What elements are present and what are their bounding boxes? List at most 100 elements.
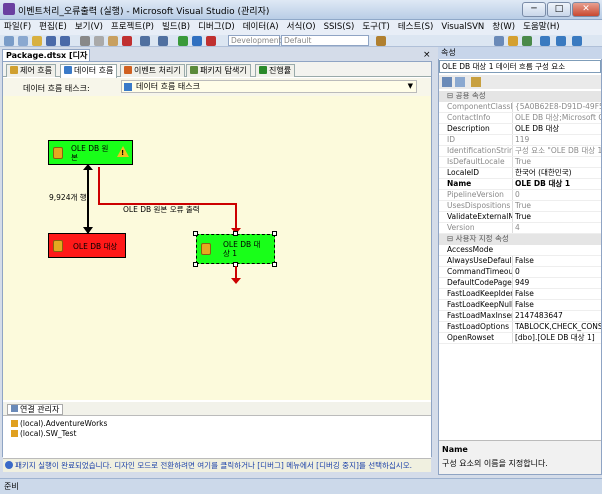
property-value: False [512, 289, 601, 299]
menu-window[interactable]: 창(W) [488, 20, 519, 35]
tab-data-flow-label: 데이터 흐름 [74, 66, 114, 75]
properties-window-icon[interactable] [508, 36, 518, 46]
menu-edit[interactable]: 편집(E) [35, 20, 71, 35]
property-value: True [512, 157, 601, 167]
selection-handle[interactable] [233, 231, 238, 236]
step-over-icon[interactable] [572, 36, 582, 46]
connection-item[interactable]: (local).AdventureWorks [11, 419, 107, 428]
property-row[interactable]: CommandTimeout 0 [439, 267, 601, 278]
toolbox-icon[interactable] [522, 36, 532, 46]
selection-handle[interactable] [272, 262, 277, 267]
tab-progress[interactable]: 진행률 [255, 64, 296, 77]
property-row[interactable]: ID 119 [439, 135, 601, 146]
property-row[interactable]: ComponentClassID{5A0B62E8-D91D-49F5-94 [439, 102, 601, 113]
category-common[interactable]: ⊟ 공용 속성 [439, 91, 601, 102]
connection-item[interactable]: (local).SW_Test [11, 429, 76, 438]
property-value: 4 [512, 223, 601, 233]
menu-help[interactable]: 도움말(H) [519, 20, 563, 35]
property-row[interactable]: PipelineVersion 0 [439, 190, 601, 201]
tab-data-flow[interactable]: 데이터 흐름 [60, 64, 118, 78]
ole-db-destination-node[interactable]: OLE DB 대상 [48, 233, 126, 258]
connection-manager-header: 연결 관리자 [3, 402, 431, 416]
new-project-icon[interactable] [4, 36, 14, 46]
undo-icon[interactable] [140, 36, 150, 46]
redo-icon[interactable] [158, 36, 168, 46]
solution-config-combo[interactable]: Development [228, 35, 282, 46]
error-path-line-vertical[interactable] [98, 167, 100, 205]
menu-test[interactable]: 테스트(S) [394, 20, 438, 35]
save-icon[interactable] [46, 36, 56, 46]
property-row[interactable]: DefaultCodePage 949 [439, 278, 601, 289]
ole-db-destination-1-label: OLE DB 대상 1 [223, 240, 261, 258]
property-row[interactable]: ContactInfo OLE DB 대상;Microsoft Co [439, 113, 601, 124]
property-row[interactable]: ValidateExternalMetTrue [439, 212, 601, 223]
copy-icon[interactable] [94, 36, 104, 46]
menu-tools[interactable]: 도구(T) [358, 20, 393, 35]
property-row[interactable]: Name OLE DB 대상 1 [439, 179, 601, 190]
property-row[interactable]: IsDefaultLocale True [439, 157, 601, 168]
property-row[interactable]: FastLoadMaxInsertC2147483647 [439, 311, 601, 322]
property-row[interactable]: Description OLE DB 대상 [439, 124, 601, 135]
data-path-line[interactable] [87, 167, 89, 233]
stop-icon[interactable] [206, 36, 216, 46]
start-debug-icon[interactable] [178, 36, 188, 46]
paste-icon[interactable] [108, 36, 118, 46]
find-icon[interactable] [376, 36, 386, 46]
property-pages-icon[interactable] [471, 77, 481, 87]
tab-event-handlers[interactable]: 이벤트 처리기 [120, 64, 185, 77]
selection-handle[interactable] [193, 231, 198, 236]
property-row[interactable]: AlwaysUseDefaultCoFalse [439, 256, 601, 267]
category-custom[interactable]: ⊟ 사용자 지정 속성 [439, 234, 601, 245]
cut-icon[interactable] [80, 36, 90, 46]
ole-db-destination-1-node[interactable]: OLE DB 대상 1 [196, 234, 275, 264]
open-file-icon[interactable] [32, 36, 42, 46]
menu-project[interactable]: 프로젝트(P) [107, 20, 158, 35]
menu-ssis[interactable]: SSIS(S) [320, 20, 359, 35]
solution-explorer-icon[interactable] [494, 36, 504, 46]
delete-icon[interactable] [122, 36, 132, 46]
solution-platform-combo[interactable]: Default [281, 35, 369, 46]
property-row[interactable]: IdentificationString 구성 요소 "OLE DB 대상 1" [439, 146, 601, 157]
close-document-icon[interactable]: × [423, 49, 431, 61]
tab-package-explorer[interactable]: 패키지 탐색기 [186, 64, 251, 77]
data-flow-task-combo[interactable]: 데이터 흐름 태스크 ▼ [121, 80, 417, 93]
property-value: False [512, 300, 601, 310]
connection-icon [11, 420, 18, 427]
properties-object-combo[interactable]: OLE DB 대상 1 데이터 흐름 구성 요소 [439, 60, 601, 73]
add-item-icon[interactable] [18, 36, 28, 46]
property-row[interactable]: UsesDispositions True [439, 201, 601, 212]
menu-debug[interactable]: 디버그(D) [194, 20, 239, 35]
menu-visualsvn[interactable]: VisualSVN [437, 20, 488, 35]
alphabetical-icon[interactable] [455, 77, 465, 87]
selection-handle[interactable] [193, 262, 198, 267]
property-row[interactable]: AccessMode [439, 245, 601, 256]
data-flow-canvas[interactable]: 9,924개 행 OLE DB 원본 오류 출력 OLE DB 원본 ! OLE… [3, 96, 431, 400]
property-row[interactable]: Version 4 [439, 223, 601, 234]
database-icon [53, 147, 63, 159]
menu-view[interactable]: 보기(V) [71, 20, 107, 35]
minimize-button[interactable]: ─ [522, 2, 546, 17]
categorized-icon[interactable] [442, 77, 452, 87]
play-icon[interactable] [540, 36, 550, 46]
property-row[interactable]: OpenRowset [dbo].[OLE DB 대상 1] [439, 333, 601, 344]
pause-icon[interactable] [192, 36, 202, 46]
document-tab-package[interactable]: Package.dtsx [디자인] [2, 49, 90, 71]
menu-format[interactable]: 서식(O) [283, 20, 320, 35]
connection-manager-tab[interactable]: 연결 관리자 [7, 404, 64, 415]
step-icon[interactable] [556, 36, 566, 46]
maximize-button[interactable]: □ [547, 2, 571, 17]
property-row[interactable]: FastLoadOptionsTABLOCK,CHECK_CONSTRA [439, 322, 601, 333]
property-row[interactable]: LocaleID 한국어 (대한민국) [439, 168, 601, 179]
execution-complete-infobar[interactable]: 패키지 실행이 완료되었습니다. 디자인 모드로 전환하려면 여기를 클릭하거나… [3, 458, 431, 472]
ole-db-source-node[interactable]: OLE DB 원본 ! [48, 140, 133, 165]
close-button[interactable]: ✕ [572, 2, 600, 17]
menu-build[interactable]: 빌드(B) [158, 20, 194, 35]
error-output-line[interactable] [235, 266, 237, 280]
tab-control-flow[interactable]: 제어 흐름 [6, 64, 56, 77]
selection-handle[interactable] [272, 231, 277, 236]
menu-file[interactable]: 파일(F) [0, 20, 35, 35]
menu-data[interactable]: 데이터(A) [239, 20, 283, 35]
save-all-icon[interactable] [60, 36, 70, 46]
property-row[interactable]: FastLoadKeepNulls False [439, 300, 601, 311]
property-row[interactable]: FastLoadKeepIdentitFalse [439, 289, 601, 300]
